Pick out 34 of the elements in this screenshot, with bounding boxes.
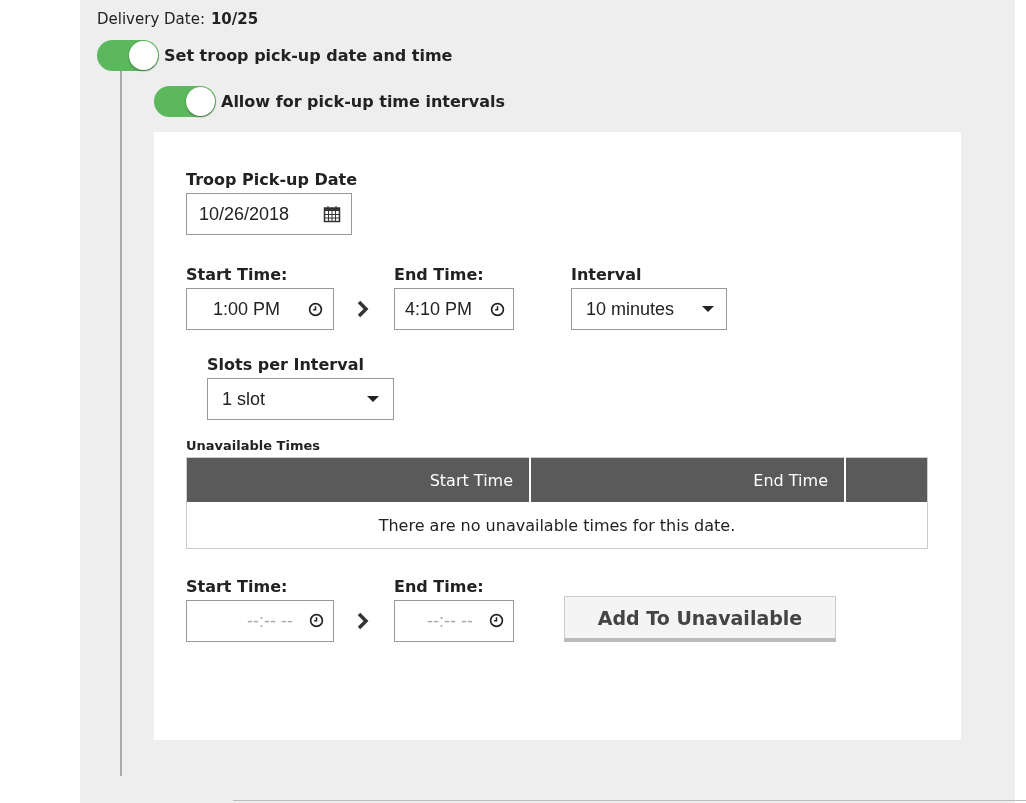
delivery-date-label: Delivery Date: bbox=[97, 10, 205, 28]
time-field[interactable]: 4:10 PM bbox=[394, 288, 514, 330]
caret-icon bbox=[702, 306, 714, 312]
clock-icon[interactable] bbox=[308, 301, 323, 317]
slots-dropdown[interactable]: 1 slot bbox=[207, 378, 394, 420]
field-label: Troop Pick-up Date bbox=[186, 170, 359, 189]
clock-icon[interactable] bbox=[489, 613, 504, 628]
time-field[interactable]: 1:00 PM bbox=[186, 288, 334, 330]
toggle-switch[interactable] bbox=[97, 40, 159, 71]
field-label: Slots per Interval bbox=[207, 355, 365, 374]
time-field[interactable]: --:-- -- bbox=[394, 600, 514, 642]
delivery-date-value: 10/25 bbox=[210, 10, 259, 28]
calendar-icon[interactable] bbox=[323, 205, 341, 223]
field-label: Interval bbox=[571, 265, 643, 284]
column-header: End Time bbox=[530, 457, 845, 502]
field-label: End Time: bbox=[394, 577, 485, 596]
chevron-right-icon bbox=[356, 611, 370, 631]
add-to-unavailable-button[interactable]: Add To Unavailable bbox=[564, 596, 836, 642]
toggle-label: Set troop pick-up date and time bbox=[164, 46, 453, 65]
column-header: Start Time bbox=[186, 457, 530, 502]
interval-dropdown[interactable]: 10 minutes bbox=[571, 288, 727, 330]
field-label: End Time: bbox=[394, 265, 485, 284]
toggle-switch[interactable] bbox=[154, 86, 216, 117]
field-label: Start Time: bbox=[186, 577, 289, 596]
clock-icon[interactable] bbox=[309, 613, 324, 628]
chevron-right-icon bbox=[356, 299, 370, 319]
field-label: Start Time: bbox=[186, 265, 289, 284]
time-field[interactable]: --:-- -- bbox=[186, 600, 334, 642]
clock-icon[interactable] bbox=[490, 301, 505, 317]
section-title: Unavailable Times bbox=[186, 438, 322, 453]
toggle-label: Allow for pick-up time intervals bbox=[221, 92, 505, 111]
caret-icon bbox=[367, 396, 379, 402]
empty-message: There are no unavailable times for this date. bbox=[186, 502, 928, 549]
date-field[interactable]: 10/26/2018 bbox=[186, 193, 352, 235]
